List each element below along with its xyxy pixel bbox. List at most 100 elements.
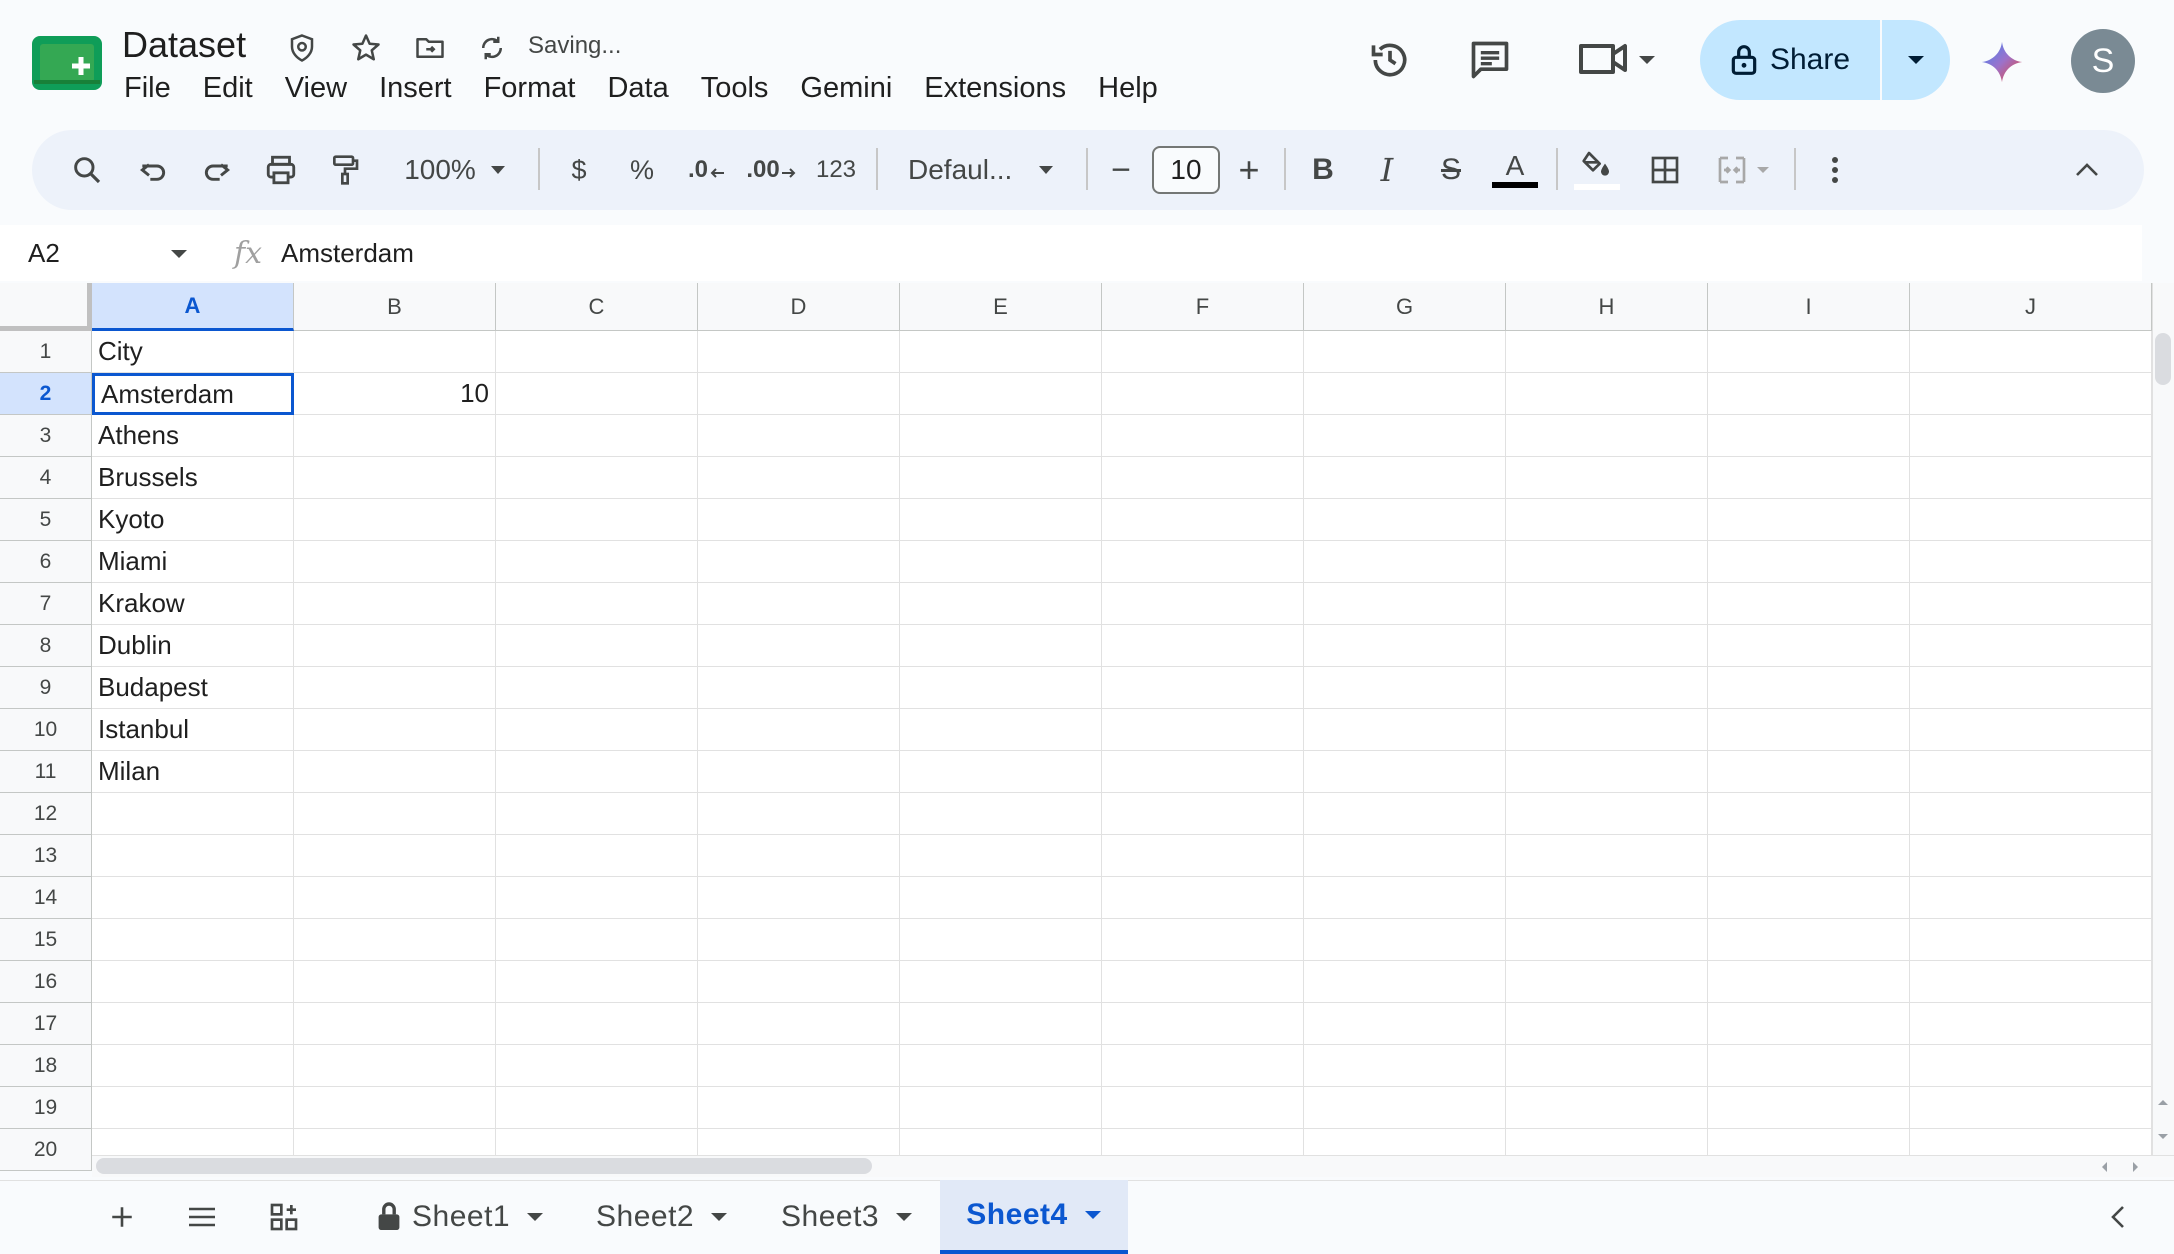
cell-a4[interactable]: Brussels bbox=[92, 457, 294, 499]
column-header-i[interactable]: I bbox=[1708, 283, 1910, 331]
cell-e19[interactable] bbox=[900, 1087, 1102, 1129]
cell-f12[interactable] bbox=[1102, 793, 1304, 835]
row-header-2[interactable]: 2 bbox=[0, 373, 92, 415]
cell-e12[interactable] bbox=[900, 793, 1102, 835]
column-header-h[interactable]: H bbox=[1506, 283, 1708, 331]
gemini-icon[interactable] bbox=[1980, 40, 2024, 84]
cell-h7[interactable] bbox=[1506, 583, 1708, 625]
cell-f16[interactable] bbox=[1102, 961, 1304, 1003]
cell-c1[interactable] bbox=[496, 331, 698, 373]
star-icon[interactable] bbox=[348, 30, 384, 66]
cell-j6[interactable] bbox=[1910, 541, 2152, 583]
cell-f13[interactable] bbox=[1102, 835, 1304, 877]
print-icon[interactable] bbox=[256, 130, 306, 210]
cell-d2[interactable] bbox=[698, 373, 900, 415]
cell-i6[interactable] bbox=[1708, 541, 1910, 583]
cell-d3[interactable] bbox=[698, 415, 900, 457]
cell-d12[interactable] bbox=[698, 793, 900, 835]
cell-j3[interactable] bbox=[1910, 415, 2152, 457]
cell-e16[interactable] bbox=[900, 961, 1102, 1003]
menu-gemini[interactable]: Gemini bbox=[784, 72, 908, 105]
menu-edit[interactable]: Edit bbox=[187, 72, 269, 105]
cell-g8[interactable] bbox=[1304, 625, 1506, 667]
cell-d17[interactable] bbox=[698, 1003, 900, 1045]
percent-format-button[interactable]: % bbox=[619, 130, 665, 210]
cell-g18[interactable] bbox=[1304, 1045, 1506, 1087]
row-header-14[interactable]: 14 bbox=[0, 877, 92, 919]
cell-c14[interactable] bbox=[496, 877, 698, 919]
collapse-side-panel-icon[interactable] bbox=[2098, 1180, 2138, 1254]
cell-e2[interactable] bbox=[900, 373, 1102, 415]
cell-d6[interactable] bbox=[698, 541, 900, 583]
cell-a1[interactable]: City bbox=[92, 331, 294, 373]
cell-j19[interactable] bbox=[1910, 1087, 2152, 1129]
cell-h16[interactable] bbox=[1506, 961, 1708, 1003]
cell-j2[interactable] bbox=[1910, 373, 2152, 415]
cell-a5[interactable]: Kyoto bbox=[92, 499, 294, 541]
cell-b12[interactable] bbox=[294, 793, 496, 835]
cell-i4[interactable] bbox=[1708, 457, 1910, 499]
cell-e18[interactable] bbox=[900, 1045, 1102, 1087]
cell-g19[interactable] bbox=[1304, 1087, 1506, 1129]
cell-i3[interactable] bbox=[1708, 415, 1910, 457]
cell-c15[interactable] bbox=[496, 919, 698, 961]
currency-format-button[interactable]: $ bbox=[556, 130, 602, 210]
font-family-select[interactable]: Defaul... bbox=[898, 130, 1068, 210]
cell-f10[interactable] bbox=[1102, 709, 1304, 751]
search-menus-icon[interactable] bbox=[62, 130, 112, 210]
cell-h18[interactable] bbox=[1506, 1045, 1708, 1087]
cell-a7[interactable]: Krakow bbox=[92, 583, 294, 625]
cell-e6[interactable] bbox=[900, 541, 1102, 583]
cell-d19[interactable] bbox=[698, 1087, 900, 1129]
row-header-3[interactable]: 3 bbox=[0, 415, 92, 457]
column-header-g[interactable]: G bbox=[1304, 283, 1506, 331]
cell-f6[interactable] bbox=[1102, 541, 1304, 583]
cell-b8[interactable] bbox=[294, 625, 496, 667]
cell-f15[interactable] bbox=[1102, 919, 1304, 961]
cell-h8[interactable] bbox=[1506, 625, 1708, 667]
scroll-down-arrow-icon[interactable] bbox=[2155, 1130, 2171, 1148]
cell-j18[interactable] bbox=[1910, 1045, 2152, 1087]
cell-f2[interactable] bbox=[1102, 373, 1304, 415]
cell-g10[interactable] bbox=[1304, 709, 1506, 751]
cell-j7[interactable] bbox=[1910, 583, 2152, 625]
cell-c19[interactable] bbox=[496, 1087, 698, 1129]
cell-e14[interactable] bbox=[900, 877, 1102, 919]
strikethrough-button[interactable]: S bbox=[1426, 130, 1476, 210]
cell-b3[interactable] bbox=[294, 415, 496, 457]
cell-b18[interactable] bbox=[294, 1045, 496, 1087]
cell-e9[interactable] bbox=[900, 667, 1102, 709]
cell-h4[interactable] bbox=[1506, 457, 1708, 499]
security-shield-icon[interactable] bbox=[284, 30, 320, 66]
cell-a16[interactable] bbox=[92, 961, 294, 1003]
more-formats-button[interactable]: 123 bbox=[810, 130, 862, 210]
version-history-icon[interactable] bbox=[1364, 34, 1416, 86]
cell-a11[interactable]: Milan bbox=[92, 751, 294, 793]
borders-icon[interactable] bbox=[1640, 130, 1690, 210]
cell-j9[interactable] bbox=[1910, 667, 2152, 709]
cell-a6[interactable]: Miami bbox=[92, 541, 294, 583]
cell-a14[interactable] bbox=[92, 877, 294, 919]
add-sheet-icon[interactable] bbox=[100, 1180, 144, 1254]
sheet-tab-sheet2[interactable]: Sheet2 bbox=[572, 1180, 752, 1254]
cell-j13[interactable] bbox=[1910, 835, 2152, 877]
row-header-10[interactable]: 10 bbox=[0, 709, 92, 751]
decrease-font-size-button[interactable]: − bbox=[1096, 130, 1146, 210]
cell-d16[interactable] bbox=[698, 961, 900, 1003]
sheets-logo-icon[interactable] bbox=[32, 36, 102, 90]
cell-h10[interactable] bbox=[1506, 709, 1708, 751]
cell-a10[interactable]: Istanbul bbox=[92, 709, 294, 751]
bold-button[interactable]: B bbox=[1298, 130, 1348, 210]
cell-b17[interactable] bbox=[294, 1003, 496, 1045]
meet-video-icon[interactable] bbox=[1574, 34, 1664, 86]
cell-f3[interactable] bbox=[1102, 415, 1304, 457]
menu-data[interactable]: Data bbox=[591, 72, 684, 105]
cell-g14[interactable] bbox=[1304, 877, 1506, 919]
column-header-d[interactable]: D bbox=[698, 283, 900, 331]
cell-j1[interactable] bbox=[1910, 331, 2152, 373]
font-size-input[interactable]: 10 bbox=[1152, 146, 1220, 194]
cell-d4[interactable] bbox=[698, 457, 900, 499]
cell-j15[interactable] bbox=[1910, 919, 2152, 961]
row-header-5[interactable]: 5 bbox=[0, 499, 92, 541]
cell-c5[interactable] bbox=[496, 499, 698, 541]
